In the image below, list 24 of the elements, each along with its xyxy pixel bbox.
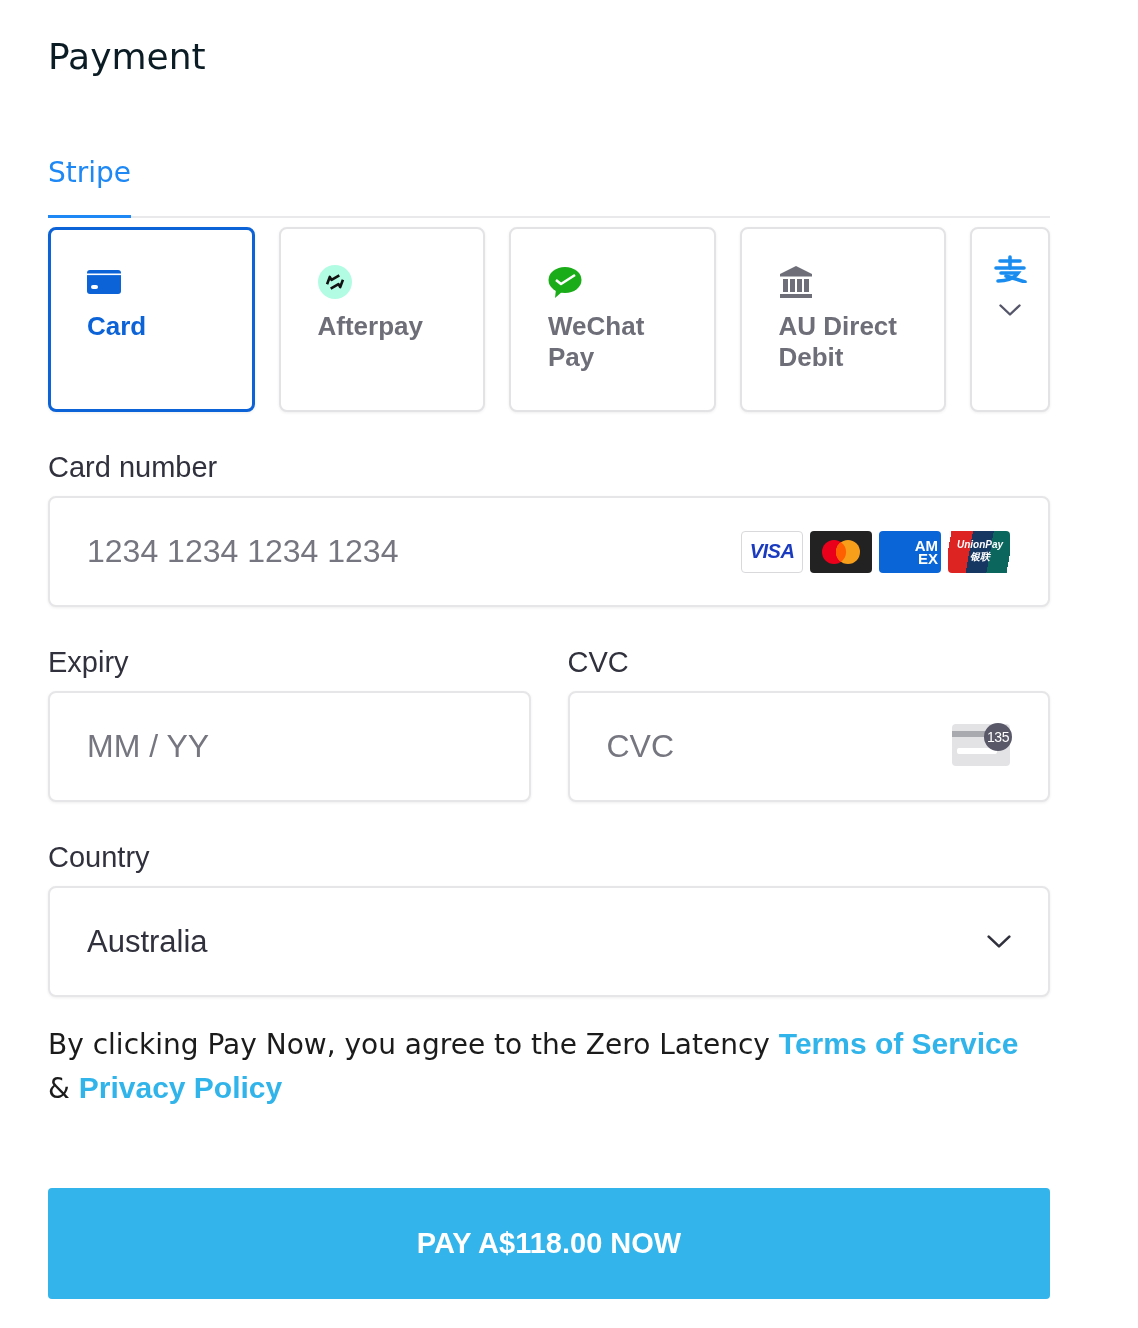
field-label: CVC bbox=[567, 645, 630, 679]
visa-logo: VISA bbox=[741, 530, 803, 573]
page-title: Payment bbox=[48, 35, 207, 79]
country-select[interactable]: Australia bbox=[48, 886, 1050, 997]
payment-method-tile[interactable]: AU Direct Debit bbox=[739, 227, 946, 412]
bank-icon bbox=[778, 265, 813, 299]
payment-method-tile[interactable]: WeChat Pay bbox=[509, 227, 716, 412]
chat-bubble-check-icon bbox=[548, 265, 582, 299]
field-label: Card number bbox=[48, 450, 219, 484]
payment-method-tile[interactable]: Card bbox=[48, 227, 255, 412]
chevron-down-icon bbox=[999, 304, 1021, 316]
linked-arrows-icon bbox=[317, 265, 352, 299]
more-methods-tile[interactable] bbox=[970, 227, 1050, 412]
field-label: Country bbox=[48, 840, 151, 874]
amex-logo: AM EX bbox=[879, 530, 941, 573]
logo-icon bbox=[993, 255, 1027, 283]
provider-tab[interactable]: Stripe bbox=[48, 155, 132, 218]
card-icon bbox=[87, 270, 121, 294]
field-label: Expiry bbox=[48, 645, 130, 679]
terms-text: By clicking Pay Now, you agree to the Zero Latency Terms of Service & Privacy Policy bbox=[48, 1026, 1020, 1107]
mastercard-logo-icon bbox=[810, 530, 872, 573]
expiry-field[interactable]: MM / YY bbox=[48, 691, 531, 802]
chevron-down-icon bbox=[987, 935, 1011, 948]
payment-method-tile[interactable]: Afterpay bbox=[278, 227, 485, 412]
